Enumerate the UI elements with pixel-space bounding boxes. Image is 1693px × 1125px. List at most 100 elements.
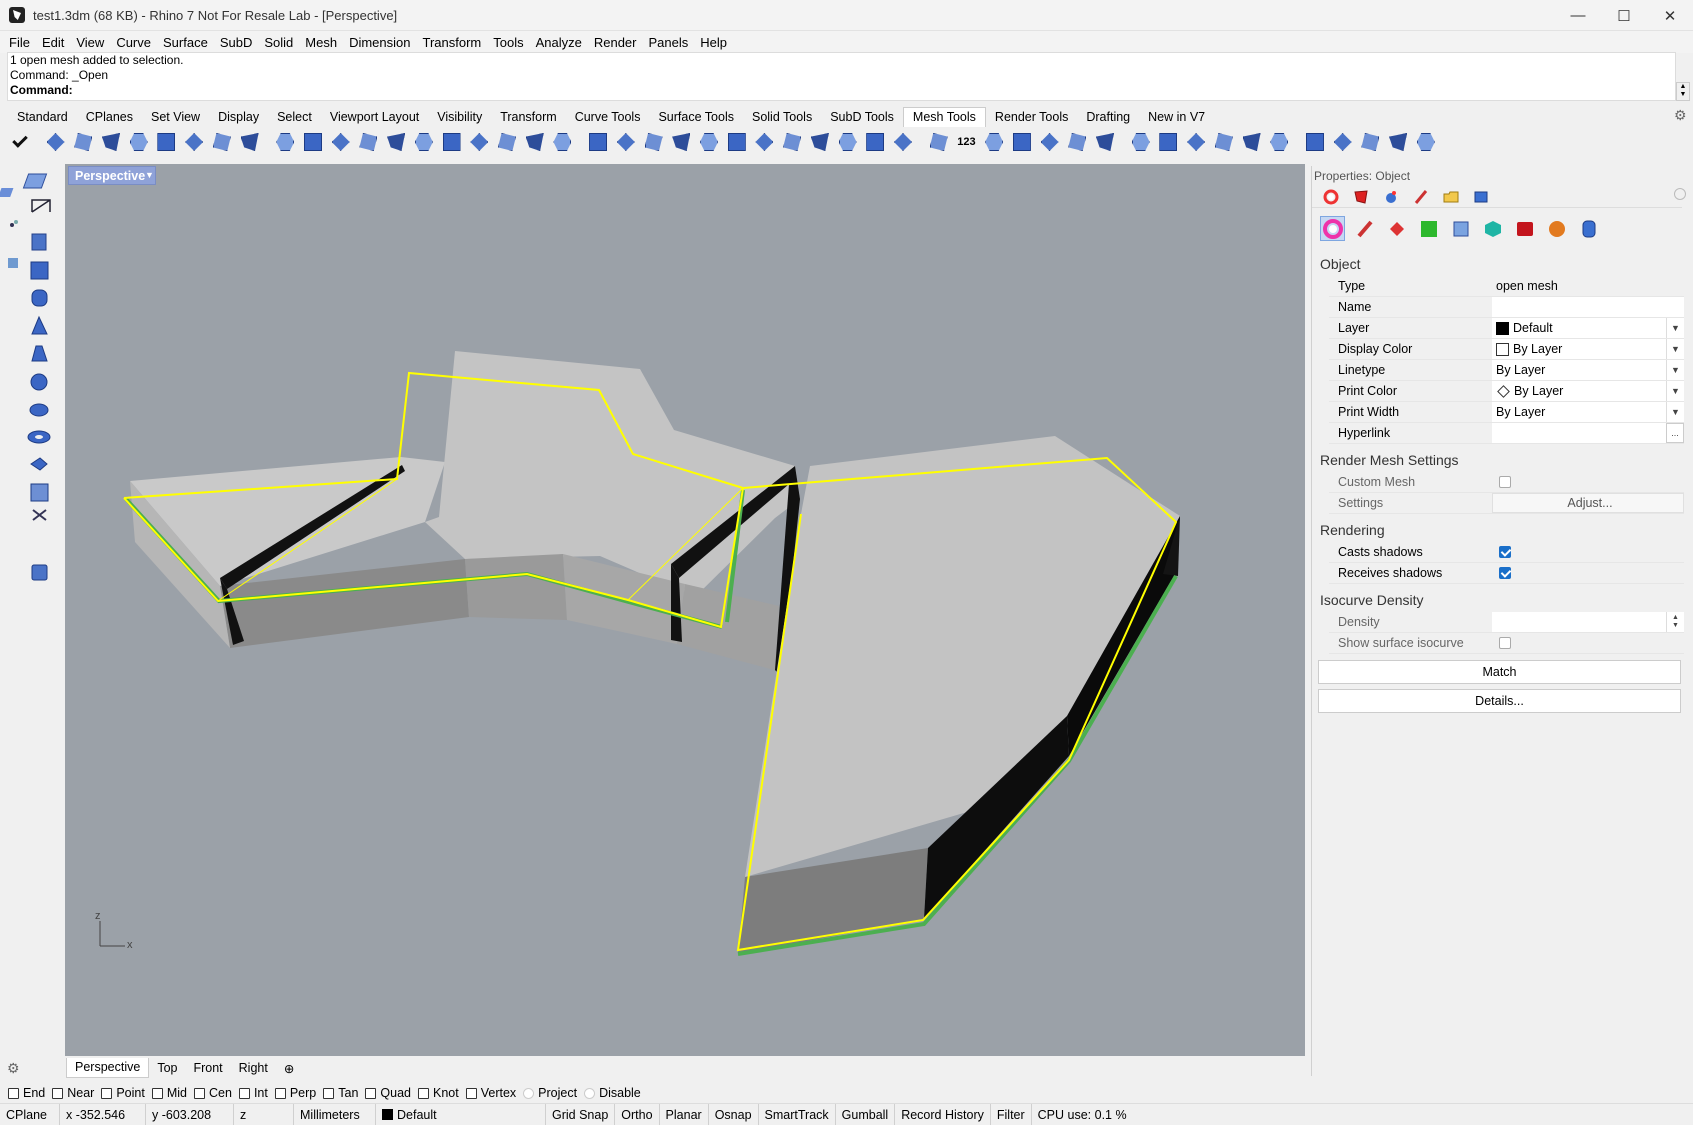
menu-panels[interactable]: Panels <box>642 35 694 50</box>
filter-toggle[interactable]: Filter <box>991 1103 1032 1125</box>
mesh-fill-icon[interactable] <box>495 130 519 154</box>
box-icon[interactable] <box>30 261 49 280</box>
smarttrack-toggle[interactable]: SmartTrack <box>759 1103 836 1125</box>
checkbox[interactable] <box>194 1087 205 1099</box>
planar-toggle[interactable]: Planar <box>660 1103 709 1125</box>
cylinder-icon[interactable] <box>31 289 48 307</box>
mesh-hex-icon[interactable] <box>1065 130 1089 154</box>
mesh-grid-4-icon[interactable] <box>1386 130 1410 154</box>
checkbox[interactable] <box>274 1087 286 1099</box>
gear-icon[interactable]: ⚙ <box>1674 107 1687 124</box>
menu-surface[interactable]: Surface <box>157 35 214 50</box>
chevron-down-icon[interactable]: ▼ <box>1666 381 1684 401</box>
osnap-knot[interactable]: Knot <box>418 1086 459 1100</box>
shadow-icon[interactable] <box>1448 216 1473 241</box>
print-color-dropdown[interactable]: By Layer ▼ <box>1492 381 1684 401</box>
checkbox[interactable] <box>101 1087 113 1099</box>
settings-gear-icon[interactable]: ⚙ <box>7 1060 20 1077</box>
tab-surface-tools[interactable]: Surface Tools <box>649 110 743 124</box>
displacement-icon[interactable] <box>1512 216 1537 241</box>
mesh-split-icon[interactable] <box>384 130 408 154</box>
checkbox[interactable] <box>365 1087 377 1099</box>
density-spinner[interactable]: ▲ ▼ <box>1666 612 1684 632</box>
mesh-union-icon[interactable] <box>614 130 638 154</box>
mesh-outline-icon[interactable] <box>808 130 832 154</box>
box-face-icon[interactable] <box>31 233 47 251</box>
ellipsoid-icon[interactable] <box>29 403 49 417</box>
mesh-point-icon[interactable] <box>1038 130 1062 154</box>
tab-cplanes[interactable]: CPlanes <box>77 110 142 124</box>
mesh-unweld-icon[interactable] <box>753 130 777 154</box>
add-viewport-icon[interactable]: ⊕ <box>276 1061 302 1076</box>
tab-mesh-tools[interactable]: Mesh Tools <box>902 107 986 127</box>
linetype-dropdown[interactable]: By Layer ▼ <box>1492 360 1684 380</box>
osnap-end[interactable]: End <box>8 1086 45 1100</box>
tab-render-tools[interactable]: Render Tools <box>986 110 1077 124</box>
osnap-tan[interactable]: Tan <box>323 1086 358 1100</box>
hyperlink-browse-button[interactable]: ... <box>1666 423 1684 443</box>
select-points-icon[interactable] <box>0 188 14 197</box>
figure-2-icon[interactable] <box>182 130 206 154</box>
mesh-sphere-2-icon[interactable] <box>1267 130 1291 154</box>
osnap-perp[interactable]: Perp <box>274 1086 316 1100</box>
mesh-box-3-icon[interactable] <box>1331 130 1355 154</box>
extrude-icon[interactable] <box>30 483 49 502</box>
object-properties-icon[interactable] <box>1320 216 1345 241</box>
tab-viewport-layout[interactable]: Viewport Layout <box>321 110 428 124</box>
frame-icon[interactable] <box>31 564 48 581</box>
checkbox[interactable] <box>323 1087 335 1099</box>
menu-transform[interactable]: Transform <box>416 35 487 50</box>
menu-dimension[interactable]: Dimension <box>343 35 416 50</box>
hyperlink-field[interactable]: ... <box>1492 423 1684 443</box>
perspective-viewport[interactable]: z x <box>65 164 1305 1056</box>
menu-curve[interactable]: Curve <box>110 35 157 50</box>
tab-new-in-v7[interactable]: New in V7 <box>1139 110 1214 124</box>
command-prompt[interactable]: Command: <box>10 83 1673 98</box>
tab-set-view[interactable]: Set View <box>142 110 209 124</box>
osnap-point[interactable]: Point <box>101 1086 145 1100</box>
mesh-export-2-icon[interactable] <box>1184 130 1208 154</box>
move-icon[interactable] <box>32 509 47 521</box>
menu-render[interactable]: Render <box>588 35 643 50</box>
chevron-down-icon[interactable]: ▼ <box>1666 339 1684 359</box>
menu-view[interactable]: View <box>70 35 110 50</box>
receives-shadows-checkbox[interactable] <box>1499 567 1511 579</box>
mesh-tool-icon[interactable] <box>44 130 68 154</box>
point-cloud-icon[interactable] <box>8 258 18 268</box>
mesh-export-icon[interactable] <box>1157 130 1181 154</box>
menu-edit[interactable]: Edit <box>36 35 70 50</box>
mesh-boolean-icon[interactable] <box>586 130 610 154</box>
mesh-display-icon[interactable] <box>1359 130 1383 154</box>
checkbox[interactable] <box>584 1087 596 1099</box>
number-123-icon[interactable]: 123 <box>955 130 979 154</box>
environment-tab-icon[interactable] <box>1382 189 1400 205</box>
tab-select[interactable]: Select <box>268 110 321 124</box>
torus-icon[interactable] <box>27 430 51 444</box>
viewport-tab-perspective[interactable]: Perspective <box>66 1058 150 1078</box>
edge-softening-icon[interactable] <box>1480 216 1505 241</box>
osnap-quad[interactable]: Quad <box>365 1086 411 1100</box>
curve-tool-icon[interactable] <box>31 199 51 213</box>
cup-icon[interactable] <box>273 130 297 154</box>
curve-piping-icon[interactable] <box>1576 216 1601 241</box>
decal-icon[interactable] <box>1384 216 1409 241</box>
osnap-project[interactable]: Project <box>523 1086 577 1100</box>
mesh-grid-icon[interactable] <box>863 130 887 154</box>
command-area[interactable]: 1 open mesh added to selection. Command:… <box>7 52 1676 101</box>
density-field[interactable]: ▲ ▼ <box>1492 612 1684 632</box>
mesh-sphere-icon[interactable] <box>1240 130 1264 154</box>
viewport-tab-front[interactable]: Front <box>185 1061 230 1075</box>
mesh-reduce-icon[interactable] <box>357 130 381 154</box>
checkbox[interactable] <box>465 1087 477 1099</box>
sphere-icon[interactable] <box>30 373 48 391</box>
menu-help[interactable]: Help <box>694 35 733 50</box>
checkbox[interactable] <box>523 1087 535 1099</box>
pipe-icon[interactable] <box>30 457 48 471</box>
maximize-button[interactable]: ☐ <box>1601 0 1647 31</box>
mesh-offset-icon[interactable] <box>440 130 464 154</box>
units-status[interactable]: Millimeters <box>294 1103 376 1125</box>
osnap-near[interactable]: Near <box>52 1086 94 1100</box>
figure-3-icon[interactable] <box>210 130 234 154</box>
show-isocurve-checkbox[interactable] <box>1499 637 1511 649</box>
mesh-plane-icon[interactable] <box>99 130 123 154</box>
